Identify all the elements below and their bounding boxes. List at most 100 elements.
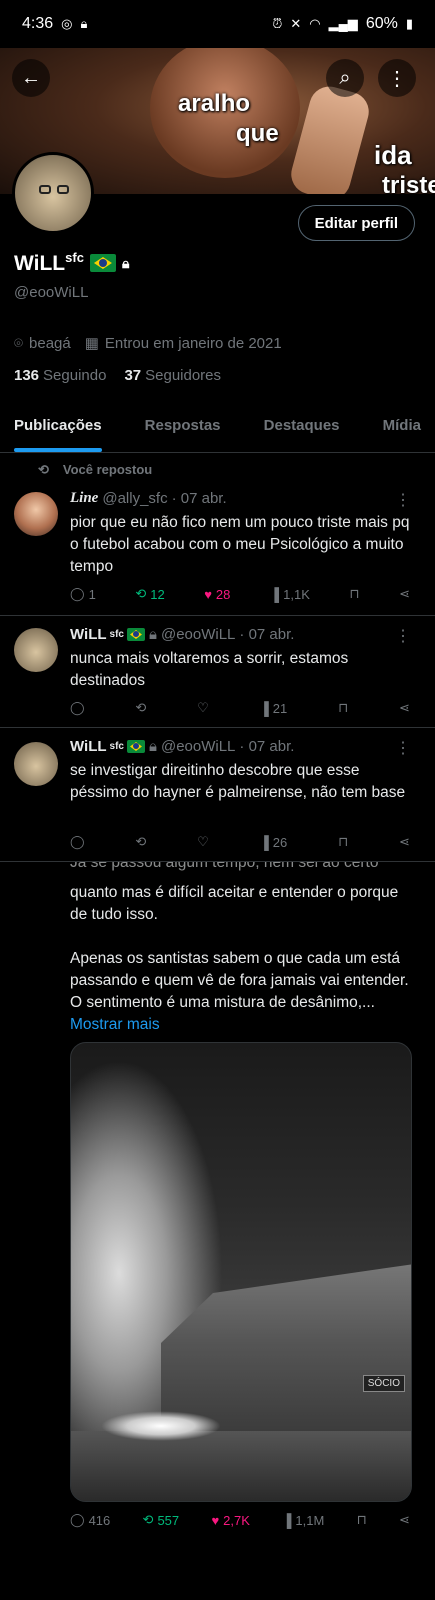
image-sign: SÓCIO: [362, 1375, 405, 1392]
tweet-text: se investigar direitinho descobre que es…: [70, 762, 406, 801]
share-icon[interactable]: ⋖: [399, 834, 410, 850]
repost-icon: ⟲: [38, 462, 49, 477]
reply-button[interactable]: ◯ 1: [70, 586, 96, 602]
reply-icon: ◯: [70, 834, 85, 849]
tab-midia[interactable]: Mídia: [383, 405, 421, 452]
tweet-avatar[interactable]: [14, 492, 58, 536]
search-icon[interactable]: ⌕: [326, 59, 364, 97]
share-icon[interactable]: ⋖: [399, 1512, 410, 1528]
retweet-icon: ⟲: [135, 834, 147, 849]
bookmark-icon[interactable]: ⊓: [349, 586, 359, 602]
status-bar: 4:36 ◎ 🔒︎ ⏰︎ ✕ ◠ ▂▄▆ 60% ▮: [0, 0, 435, 48]
reply-button[interactable]: ◯ 416: [70, 1512, 110, 1528]
mute-icon: ✕: [290, 16, 302, 31]
alarm-icon: ⏰︎: [272, 16, 283, 31]
profile-joined: Entrou em janeiro de 2021: [104, 334, 282, 352]
brazil-flag-icon: [126, 628, 145, 641]
post-actions: ◯ 416 ⟲ 557 ♥ 2,7K ▐ 1,1M ⊓ ⋖: [70, 1512, 410, 1528]
lock-status-icon: 🔒︎: [80, 16, 88, 31]
views-count: 1,1M: [295, 1512, 325, 1528]
retweet-button[interactable]: ⟲ 12: [135, 586, 164, 602]
views-button[interactable]: ▐ 26: [260, 834, 288, 850]
retweet-count: 557: [157, 1512, 180, 1528]
bookmark-icon[interactable]: ⊓: [338, 834, 348, 850]
bookmark-icon[interactable]: ⊓: [338, 700, 348, 716]
tweet-item[interactable]: Line @ally_sfc · 07 abr. ⋮ pior que eu n…: [0, 482, 435, 616]
profile-handle: @eooWiLL: [14, 284, 89, 301]
repost-label: Você repostou: [62, 462, 153, 477]
profile-tabs: Publicações Respostas Destaques Mídia: [0, 405, 435, 453]
banner-text-3: ida: [374, 140, 412, 170]
retweet-button[interactable]: ⟲: [135, 700, 146, 716]
show-more-link[interactable]: Mostrar mais: [70, 1016, 160, 1033]
profile-avatar[interactable]: [12, 152, 94, 234]
reply-icon: ◯: [70, 700, 85, 715]
tab-publicacoes[interactable]: Publicações: [14, 405, 102, 452]
image-fire: [101, 1411, 221, 1441]
tweet-item[interactable]: WiLL sfc 🔒︎ @eooWiLL · 07 abr. ⋮ se inves…: [0, 728, 435, 862]
views-button[interactable]: ▐ 1,1K: [270, 586, 310, 602]
post-text-para-1: quanto mas é difícil aceitar e entender …: [70, 884, 399, 923]
location-icon: ⌾: [14, 334, 24, 352]
profile-meta: ⌾ beagá ▦ Entrou em janeiro de 2021: [14, 334, 282, 353]
tab-destaques[interactable]: Destaques: [264, 405, 340, 452]
tweet-text: pior que eu não fico nem um pouco triste…: [70, 514, 410, 575]
tweet-more-icon[interactable]: ⋮: [395, 738, 411, 758]
like-button[interactable]: ♡: [197, 834, 209, 850]
reply-button[interactable]: ◯: [70, 834, 85, 850]
profile-location: beagá: [29, 334, 71, 352]
edit-profile-button[interactable]: Editar perfil: [297, 205, 415, 241]
tweet-text: nunca mais voltaremos a sorrir, estamos …: [70, 650, 349, 689]
followers-count: 37: [124, 367, 142, 384]
tweet-more-icon[interactable]: ⋮: [395, 490, 411, 510]
share-icon[interactable]: ⋖: [399, 700, 410, 716]
protected-lock-icon: 🔒︎: [121, 254, 130, 271]
tweet-author-name[interactable]: WiLL sfc: [70, 626, 145, 643]
tweet-header: Line @ally_sfc · 07 abr.: [70, 490, 227, 507]
like-count: 2,7K: [223, 1512, 250, 1528]
follow-counts: 136 Seguindo 37 Seguidores: [14, 367, 221, 384]
brazil-flag-icon: [126, 740, 145, 753]
like-count: 28: [215, 586, 231, 602]
post-text-para-2: Apenas os santistas sabem o que cada um …: [70, 948, 410, 1036]
tweet-more-icon[interactable]: ⋮: [395, 626, 411, 646]
tweet-author-handle: @eooWiLL: [160, 738, 236, 755]
following-count: 136: [14, 367, 40, 384]
reply-icon: ◯: [70, 586, 85, 601]
brazil-flag-icon: [89, 254, 116, 272]
views-count: 26: [272, 834, 288, 850]
followers-link[interactable]: 37 Seguidores: [124, 367, 221, 384]
image-ground: [71, 1431, 411, 1501]
back-arrow-icon[interactable]: ←: [12, 59, 50, 97]
post-text-cut: Já se passou algum tempo, nem sei ao cer…: [70, 862, 410, 878]
reply-icon: ◯: [70, 1512, 85, 1527]
retweet-button[interactable]: ⟲: [135, 834, 146, 850]
tab-respostas[interactable]: Respostas: [145, 405, 221, 452]
tweet-avatar[interactable]: [14, 628, 58, 672]
share-icon[interactable]: ⋖: [399, 586, 410, 602]
views-button[interactable]: ▐ 21: [260, 700, 288, 716]
like-button[interactable]: ♥ 2,7K: [211, 1512, 249, 1528]
glasses-left: [39, 185, 51, 194]
tweet-author-name[interactable]: WiLL sfc: [70, 738, 145, 755]
heart-icon: ♡: [197, 700, 209, 715]
tweet-author-name[interactable]: Line: [70, 490, 98, 507]
more-vertical-icon[interactable]: ⋮: [378, 59, 416, 97]
battery-icon: ▮: [405, 16, 413, 31]
reply-button[interactable]: ◯: [70, 700, 85, 716]
following-link[interactable]: 136 Seguindo: [14, 367, 106, 384]
like-button[interactable]: ♡: [197, 700, 209, 716]
reply-count: 1: [88, 586, 96, 602]
bookmark-icon[interactable]: ⊓: [357, 1512, 367, 1528]
tweet-avatar[interactable]: [14, 742, 58, 786]
like-button[interactable]: ♥ 28: [204, 586, 230, 602]
tweet-actions: ◯ ⟲ ♡ ▐ 21 ⊓ ⋖: [70, 700, 410, 716]
tweet-author-sup: sfc: [109, 741, 124, 752]
tweet-item[interactable]: WiLL sfc 🔒︎ @eooWiLL · 07 abr. ⋮ nunca ma…: [0, 616, 435, 728]
retweet-button[interactable]: ⟲ 557: [143, 1512, 180, 1528]
post-image[interactable]: SÓCIO: [70, 1042, 412, 1502]
tweet-date: · 07 abr.: [239, 626, 295, 643]
heart-icon: ♥: [204, 586, 212, 602]
views-button[interactable]: ▐ 1,1M: [282, 1512, 324, 1528]
tweet-actions: ◯ 1 ⟲ 12 ♥ 28 ▐ 1,1K ⊓ ⋖: [70, 586, 410, 602]
